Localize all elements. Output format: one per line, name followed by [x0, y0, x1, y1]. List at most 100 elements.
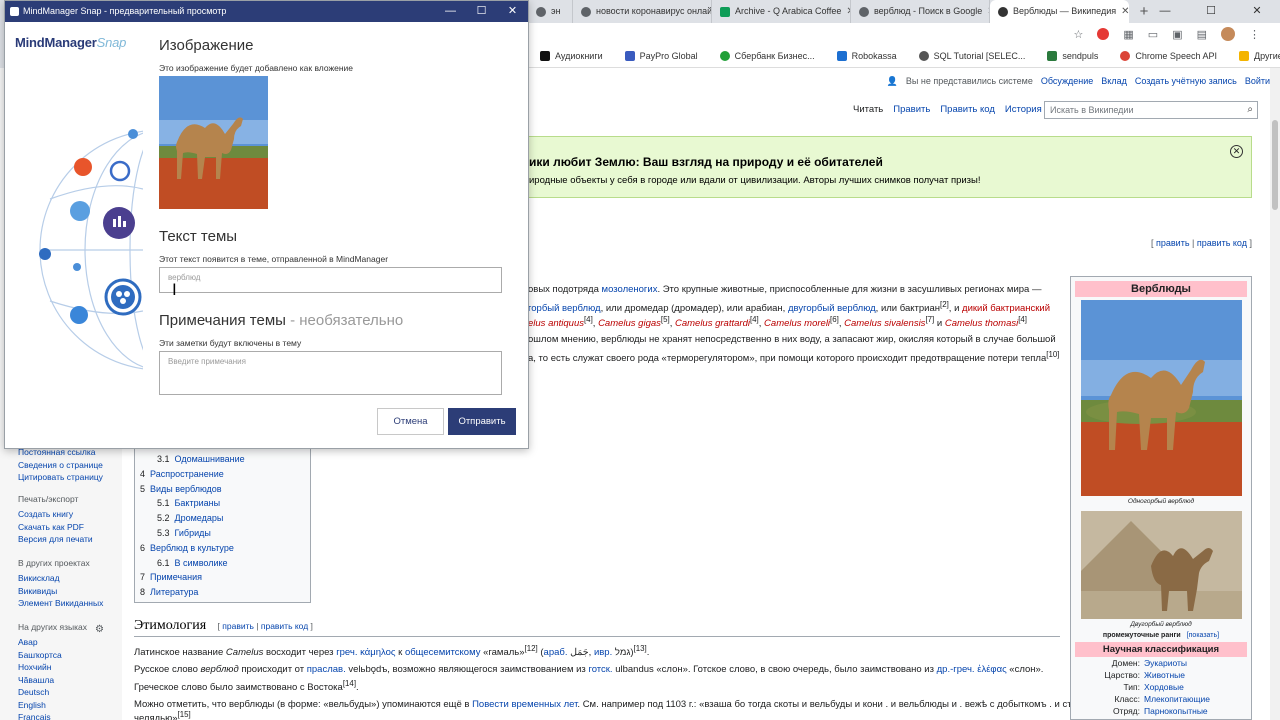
mindmanager-logo: MindManagerSnap: [15, 35, 127, 50]
talk-link[interactable]: Обсуждение: [1041, 76, 1093, 87]
language-link[interactable]: Deutsch: [18, 686, 87, 699]
maximize-icon[interactable]: ☐: [1188, 0, 1234, 23]
avatar[interactable]: [1221, 27, 1235, 41]
toc-item[interactable]: 3.1 Одомашнивание: [140, 452, 310, 467]
toc-item[interactable]: 5 Виды верблюдов: [140, 482, 310, 497]
sidebar-link[interactable]: Викисклад: [18, 572, 103, 585]
search-icon[interactable]: ⌕: [1247, 104, 1253, 115]
bookmark-item[interactable]: Robokassa: [836, 51, 897, 61]
dromedary-image[interactable]: [1080, 300, 1242, 496]
language-link[interactable]: Чăвашла: [18, 674, 87, 687]
tab-history[interactable]: История: [1005, 104, 1042, 115]
adblock-icon[interactable]: [1097, 28, 1110, 40]
snap-titlebar[interactable]: MindManager Snap - предварительный просм…: [5, 1, 528, 22]
login-link[interactable]: Войти: [1245, 76, 1270, 87]
toc-item[interactable]: 5.3 Гибриды: [140, 526, 310, 541]
taxonomy-row: Отряд: Парнокопытные: [1112, 706, 1208, 716]
create-account-link[interactable]: Создать учётную запись: [1135, 76, 1237, 87]
google-icon: [859, 6, 869, 17]
browser-tab[interactable]: новости коронавирус онлайн✕: [573, 0, 712, 23]
sidebar-link[interactable]: Сведения о странице: [18, 459, 103, 472]
toc-item[interactable]: 7 Примечания: [140, 570, 310, 585]
cancel-button[interactable]: Отмена: [377, 408, 444, 435]
close-icon[interactable]: ✕: [497, 1, 528, 22]
optional-label: - необязательно: [285, 312, 404, 329]
image-caption: Одногорбый верблюд: [1127, 498, 1195, 505]
tab-edit-source[interactable]: Править код: [940, 104, 995, 115]
edit-links: [ править | править код ]: [1151, 238, 1252, 248]
scrollbar-thumb[interactable]: [1272, 120, 1278, 210]
tab-edit[interactable]: Править: [893, 104, 930, 115]
sidebar-link[interactable]: Элемент Викиданных: [18, 597, 103, 610]
folder-icon: [1238, 51, 1249, 61]
sidebar-link[interactable]: Викивиды: [18, 585, 103, 598]
article-paragraph: а, то есть служат своего рода «терморегу…: [528, 350, 1060, 365]
article-paragraph: Можно отметить, что верблюды (в форме: «…: [134, 699, 1074, 710]
bookmark-icon[interactable]: ▤: [1197, 28, 1207, 41]
extension-icon[interactable]: ▦: [1123, 28, 1133, 41]
contributions-link[interactable]: Вклад: [1101, 76, 1127, 87]
sidebar-link[interactable]: Скачать как PDF: [18, 521, 93, 534]
maximize-icon[interactable]: ☐: [466, 1, 497, 22]
bookmark-item[interactable]: Аудиокниги: [540, 51, 603, 61]
toc-item[interactable]: 8 Литература: [140, 585, 310, 600]
bookmark-item[interactable]: Chrome Speech API: [1120, 51, 1217, 61]
cast-icon[interactable]: ▭: [1148, 28, 1158, 41]
tab-read[interactable]: Читать: [853, 104, 883, 115]
language-link[interactable]: Авар: [18, 636, 87, 649]
send-button[interactable]: Отправить: [448, 408, 516, 435]
toc-item[interactable]: 6 Верблюд в культуре: [140, 541, 310, 556]
close-window-icon[interactable]: ✕: [1234, 0, 1280, 23]
toc-item[interactable]: 5.2 Дромедары: [140, 511, 310, 526]
sidebar-projects: В других проектах Викисклад Викивиды Эле…: [18, 558, 103, 610]
wiki-search-input[interactable]: Искать в Википедии ⌕: [1044, 101, 1258, 119]
bookmark-item[interactable]: sendpuls: [1047, 51, 1098, 61]
language-link[interactable]: Français: [18, 711, 87, 720]
tab-favicon-icon: [536, 6, 546, 17]
menu-dots-icon[interactable]: ⋮: [1249, 28, 1260, 41]
minimize-icon[interactable]: —: [1142, 0, 1188, 23]
edit-link[interactable]: править: [1156, 238, 1190, 248]
sidebar-link[interactable]: Цитировать страницу: [18, 471, 103, 484]
toc-item[interactable]: 5.1 Бактрианы: [140, 496, 310, 511]
gear-icon[interactable]: ⚙: [95, 624, 104, 635]
sheets-icon: [720, 6, 730, 17]
page-scrollbar[interactable]: [1270, 68, 1280, 720]
notes-textarea[interactable]: Введите примечания: [159, 351, 502, 395]
language-link[interactable]: English: [18, 699, 87, 712]
other-bookmarks[interactable]: Другие закладки: [1238, 51, 1280, 61]
browser-tab[interactable]: эн: [528, 0, 573, 23]
bookmark-item[interactable]: PayPro Global: [624, 51, 698, 61]
bookmark-favicon-icon: [918, 51, 929, 61]
app-icon: [10, 7, 19, 16]
bookmarks-bar: Аудиокниги PayPro Global Сбербанк Бизнес…: [528, 45, 1280, 68]
infobox-title: Верблюды: [1075, 281, 1247, 297]
language-link[interactable]: Нохчийн: [18, 661, 87, 674]
edit-link[interactable]: править: [222, 621, 254, 631]
language-link[interactable]: Башҡортса: [18, 649, 87, 662]
infobox: Верблюды Одногорбый верблюд Двугорбый ве…: [1070, 276, 1252, 720]
bookmark-item[interactable]: Сбербанк Бизнес...: [719, 51, 815, 61]
bookmark-item[interactable]: SQL Tutorial [SELEC...: [918, 51, 1025, 61]
browser-tab[interactable]: верблюд - Поиск в Google✕: [851, 0, 990, 23]
toc-item[interactable]: 4 Распространение: [140, 467, 310, 482]
browser-tab[interactable]: Archive - Q Arabica Coffee✕: [712, 0, 851, 23]
edit-source-link[interactable]: править код: [1197, 238, 1247, 248]
sidebar-heading: На других языках: [18, 622, 88, 632]
show-ranks-link[interactable]: [показать]: [1187, 632, 1219, 639]
sidebar-link[interactable]: Создать книгу: [18, 508, 93, 521]
toc-item[interactable]: 6.1 В символике: [140, 556, 310, 571]
sidebar-languages: На других языках Авар Башҡортса Нохчийн …: [18, 622, 87, 720]
close-tab-icon[interactable]: ✕: [1121, 0, 1129, 23]
topic-text-input[interactable]: верблюд: [159, 267, 502, 293]
close-icon[interactable]: ✕: [1230, 145, 1243, 158]
browser-tab-active[interactable]: Верблюды — Википедия ✕: [990, 0, 1129, 23]
bactrian-image[interactable]: [1080, 511, 1242, 619]
minimize-icon[interactable]: —: [435, 1, 466, 22]
puzzle-icon[interactable]: ▣: [1172, 28, 1182, 41]
view-tabs: Читать Править Править код История: [853, 104, 1042, 115]
edit-source-link[interactable]: править код: [261, 621, 308, 631]
sidebar-link[interactable]: Версия для печати: [18, 533, 93, 546]
article-paragraph: ошлом мнению, верблюды не хранят непосре…: [528, 334, 1056, 345]
star-icon[interactable]: ☆: [1074, 28, 1084, 41]
